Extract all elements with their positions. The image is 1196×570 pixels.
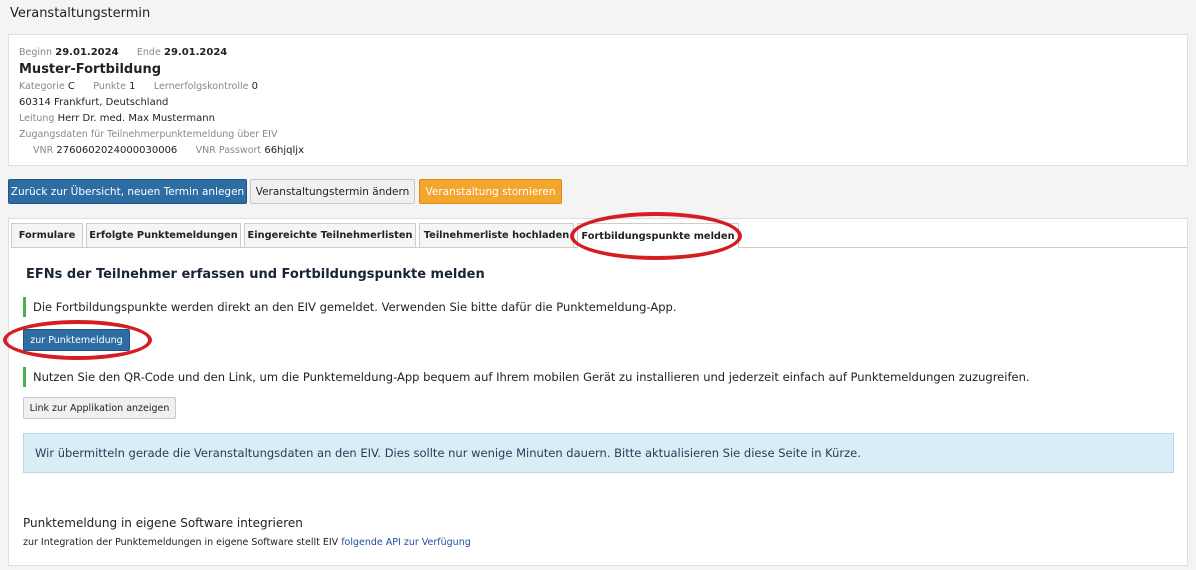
event-info-box: Beginn 29.01.2024 Ende 29.01.2024 Muster… [8, 34, 1188, 166]
show-app-link-button[interactable]: Link zur Applikation anzeigen [23, 397, 176, 419]
integration-text-row: zur Integration der Punktemeldungen in e… [23, 537, 471, 548]
info-note-eiv: Die Fortbildungspunkte werden direkt an … [23, 297, 676, 317]
date-row: Beginn 29.01.2024 Ende 29.01.2024 [19, 45, 1177, 61]
points-label: Punkte [93, 81, 126, 92]
category-value: C [67, 81, 75, 92]
points-value: 1 [129, 81, 136, 92]
tab-panel: Formulare Erfolgte Punktemeldungen Einge… [8, 218, 1188, 566]
vnr-value: 2760602024000030006 [56, 145, 178, 156]
vnr-label: VNR [33, 145, 54, 156]
edit-event-button[interactable]: Veranstaltungstermin ändern [250, 179, 415, 204]
meta-row: Kategorie C Punkte 1 Lernerfolgskontroll… [19, 79, 1177, 95]
end-label: Ende [136, 47, 161, 58]
end-value: 29.01.2024 [164, 47, 228, 58]
tab-formulare[interactable]: Formulare [11, 223, 83, 247]
assessment-label: Lernerfolgskontrolle [153, 81, 249, 92]
access-heading: Zugangsdaten für Teilnehmerpunktemeldung… [19, 129, 278, 140]
cancel-event-button[interactable]: Veranstaltung stornieren [419, 179, 562, 204]
back-to-overview-button[interactable]: Zurück zur Übersicht, neuen Termin anleg… [8, 179, 247, 204]
info-note-app: Nutzen Sie den QR-Code und den Link, um … [23, 367, 1030, 387]
integration-heading: Punktemeldung in eigene Software integri… [23, 516, 303, 530]
vnr-password-value: 66hjqljx [264, 145, 304, 156]
lead-row: Leitung Herr Dr. med. Max Mustermann [19, 111, 1177, 127]
event-name: Muster-Fortbildung [19, 62, 162, 77]
lead-value: Herr Dr. med. Max Mustermann [57, 113, 215, 124]
tab-eingereichte-teilnehmerlisten[interactable]: Eingereichte Teilnehmerlisten [244, 223, 416, 247]
tab-fortbildungspunkte-melden[interactable]: Fortbildungspunkte melden [577, 223, 739, 248]
location: 60314 Frankfurt, Deutschland [19, 97, 169, 108]
tab-teilnehmerliste-hochladen[interactable]: Teilnehmerliste hochladen [419, 223, 574, 247]
section-heading: EFNs der Teilnehmer erfassen und Fortbil… [26, 267, 485, 282]
category-label: Kategorie [19, 81, 65, 92]
vnr-row: VNR 2760602024000030006 VNR Passwort 66h… [19, 143, 1177, 159]
begin-label: Beginn [19, 47, 53, 58]
tab-erfolgte-punktemeldungen[interactable]: Erfolgte Punktemeldungen [86, 223, 241, 247]
assessment-value: 0 [251, 81, 259, 92]
transfer-alert: Wir übermitteln gerade die Veranstaltung… [23, 433, 1174, 473]
report-points-button[interactable]: zur Punktemeldung [23, 329, 130, 351]
vnr-password-label: VNR Passwort [195, 145, 262, 156]
integration-text: zur Integration der Punktemeldungen in e… [23, 537, 339, 548]
api-link[interactable]: folgende API zur Verfügung [341, 537, 471, 548]
tab-bar: Formulare Erfolgte Punktemeldungen Einge… [11, 223, 1187, 248]
page-title: Veranstaltungstermin [10, 6, 151, 21]
lead-label: Leitung [19, 113, 55, 124]
begin-value: 29.01.2024 [55, 47, 119, 58]
